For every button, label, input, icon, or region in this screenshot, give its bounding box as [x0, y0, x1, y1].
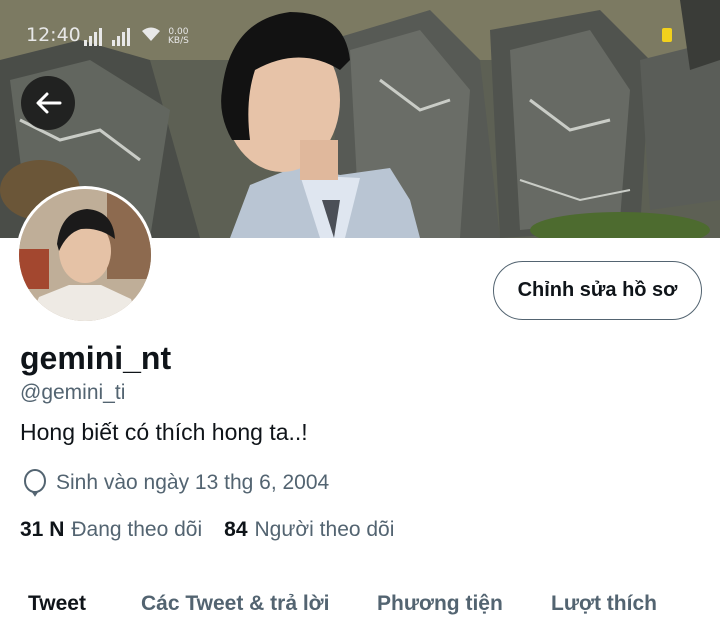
followers-link[interactable]: 84 Người theo dõi: [224, 518, 394, 542]
signal-icon: [84, 28, 106, 46]
follow-stats: 31 N Đang theo dõi 84 Người theo dõi: [20, 518, 394, 542]
battery-icon: [662, 28, 672, 42]
net-speed: 0.00 KB/S: [168, 28, 189, 46]
username-handle: @gemini_ti: [20, 381, 126, 404]
tab-tweets[interactable]: Tweet: [28, 592, 86, 616]
status-bar: 12:40 0.00 KB/S: [0, 0, 720, 62]
birth-date-row: Sinh vào ngày 13 thg 6, 2004: [22, 469, 329, 497]
status-time: 12:40: [26, 24, 81, 46]
tab-tweets-replies[interactable]: Các Tweet & trả lời: [141, 592, 329, 616]
tab-likes[interactable]: Lượt thích: [551, 592, 657, 616]
arrow-left-icon: [36, 92, 62, 114]
balloon-icon: [24, 469, 46, 497]
avatar-image: [19, 189, 151, 321]
display-name: gemini_nt: [20, 340, 172, 376]
signal-icon-2: [112, 28, 134, 46]
followers-label: Người theo dõi: [254, 518, 395, 541]
profile-bio: Hong biết có thích hong ta..!: [20, 419, 308, 445]
followers-count: 84: [224, 518, 248, 541]
status-icons: 0.00 KB/S: [84, 25, 189, 46]
following-link[interactable]: 31 N Đang theo dõi: [20, 518, 202, 542]
net-speed-unit: KB/S: [168, 36, 189, 46]
wifi-icon: [140, 25, 162, 46]
tab-media[interactable]: Phương tiện: [377, 592, 503, 616]
birth-date-text: Sinh vào ngày 13 thg 6, 2004: [56, 471, 330, 494]
profile-tabs: Tweet Các Tweet & trả lời Phương tiện Lư…: [0, 586, 720, 619]
following-label: Đang theo dõi: [71, 518, 203, 541]
following-count: 31 N: [20, 518, 65, 541]
back-button[interactable]: [21, 76, 75, 130]
edit-profile-button[interactable]: Chỉnh sửa hồ sơ: [493, 261, 702, 320]
avatar[interactable]: [16, 186, 154, 324]
